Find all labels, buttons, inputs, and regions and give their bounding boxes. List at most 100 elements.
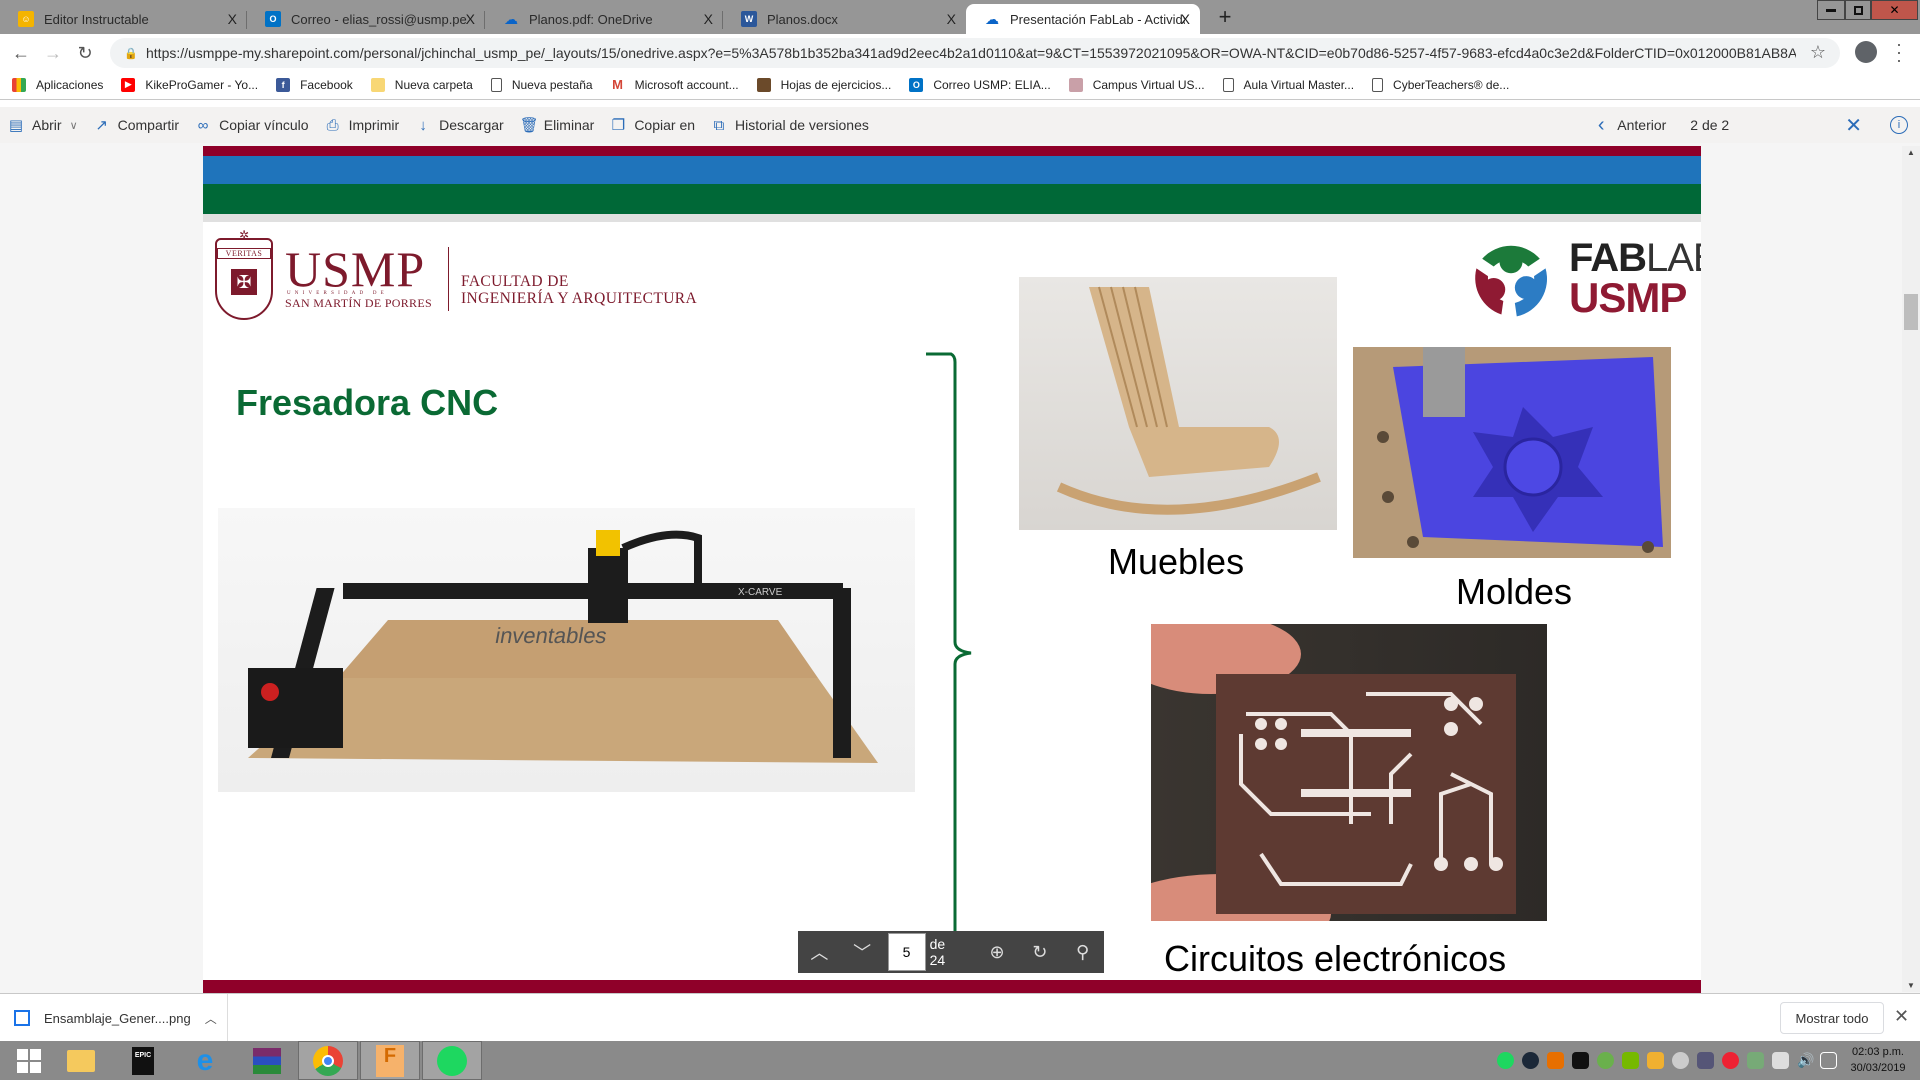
chevron-up-icon[interactable]: ︿: [205, 1010, 217, 1027]
back-button[interactable]: ←: [10, 42, 32, 64]
shield-motto: VERITAS: [217, 248, 271, 259]
start-button[interactable]: [0, 1041, 58, 1080]
usmp-crest-icon: [1068, 77, 1083, 92]
scroll-down-arrow-icon[interactable]: ▼: [1907, 981, 1915, 990]
forward-button[interactable]: →: [42, 42, 64, 64]
tab-correo[interactable]: O Correo - elias_rossi@usmp.pe X: [247, 4, 485, 34]
bookmark-microsoft-account[interactable]: M Microsoft account...: [611, 77, 738, 92]
bookmark-correo-usmp[interactable]: O Correo USMP: ELIA...: [909, 77, 1051, 92]
maroon-band: [203, 146, 1701, 156]
restore-button[interactable]: [1845, 0, 1871, 20]
blocked-tray-icon[interactable]: [1722, 1052, 1739, 1069]
usmp-shield-icon: ✲ VERITAS ✠: [215, 228, 273, 320]
bookmark-kikeprogamer[interactable]: ▶ KikeProGamer - Yo...: [121, 77, 258, 92]
close-downloads-icon[interactable]: ✕: [1894, 1006, 1909, 1027]
winrar-button[interactable]: [238, 1041, 296, 1080]
tab-label: Presentación FabLab - Actividade: [1010, 11, 1185, 27]
bookmark-campus-virtual[interactable]: Campus Virtual US...: [1068, 77, 1205, 92]
outlook-icon: O: [265, 11, 281, 27]
chrome-menu-icon[interactable]: · · ·: [1895, 35, 1903, 69]
epic-games-button[interactable]: EPIC: [114, 1041, 172, 1080]
bookmark-star-icon[interactable]: ☆: [1810, 42, 1826, 63]
historial-versiones-button[interactable]: ⧉ Historial de versiones: [711, 117, 869, 134]
close-window-button[interactable]: ✕: [1871, 0, 1918, 20]
tab-editor-instructable[interactable]: ☺ Editor Instructable X: [0, 4, 247, 34]
bookmark-cyberteachers[interactable]: CyberTeachers® de...: [1372, 77, 1509, 92]
close-tab-icon[interactable]: X: [704, 11, 713, 27]
minimize-button[interactable]: [1817, 0, 1845, 20]
network-icon[interactable]: [1820, 1052, 1837, 1069]
tab-presentacion-fablab[interactable]: ☁ Presentación FabLab - Actividade X: [966, 4, 1200, 34]
steam-tray-icon[interactable]: [1522, 1052, 1539, 1069]
next-page-button[interactable]: ﹀: [841, 939, 884, 965]
scrollbar-thumb[interactable]: [1904, 294, 1918, 330]
scroll-up-arrow-icon[interactable]: ▲: [1907, 148, 1915, 157]
bookmark-label: Campus Virtual US...: [1092, 77, 1205, 92]
info-icon[interactable]: i: [1890, 116, 1908, 134]
norton-tray-icon[interactable]: [1647, 1052, 1664, 1069]
bookmark-hojas-ejercicios[interactable]: Hojas de ejercicios...: [756, 77, 891, 92]
position-indicator: 2 de 2: [1690, 117, 1730, 133]
page-icon: [1222, 77, 1234, 92]
bookmark-label: Facebook: [300, 77, 353, 92]
bookmark-aplicaciones[interactable]: Aplicaciones: [12, 77, 104, 92]
reload-button[interactable]: ↻: [74, 42, 96, 64]
epic-tray-icon[interactable]: [1572, 1052, 1589, 1069]
close-tab-icon[interactable]: X: [466, 11, 475, 27]
show-all-button[interactable]: Mostrar todo: [1780, 1002, 1884, 1034]
download-item[interactable]: Ensamblaje_Gener....png ︿: [14, 994, 228, 1042]
copiar-vinculo-button[interactable]: ∞ Copiar vínculo: [195, 117, 309, 134]
bookmark-nueva-carpeta[interactable]: Nueva carpeta: [370, 77, 473, 92]
utorrent-tray-icon[interactable]: [1597, 1052, 1614, 1069]
tab-strip: ☺ Editor Instructable X O Correo - elias…: [0, 0, 1920, 34]
tab-planos-pdf[interactable]: ☁ Planos.pdf: OneDrive X: [485, 4, 723, 34]
page-number-input[interactable]: [887, 933, 926, 971]
spotify-tray-icon[interactable]: [1497, 1052, 1514, 1069]
previous-page-button[interactable]: ︿: [798, 939, 841, 965]
system-clock[interactable]: 02:03 p.m. 30/03/2019: [1840, 1044, 1916, 1076]
page-icon: [1372, 77, 1384, 92]
bookmark-aula-virtual[interactable]: Aula Virtual Master...: [1222, 77, 1354, 92]
close-viewer-icon[interactable]: ✕: [1845, 113, 1862, 138]
anterior-button[interactable]: ‹ Anterior: [1593, 114, 1666, 137]
close-tab-icon[interactable]: X: [228, 11, 237, 27]
abrir-button[interactable]: ▤ Abrir ∨: [8, 116, 78, 134]
imprimir-button[interactable]: ⎙ Imprimir: [325, 117, 400, 134]
blue-band: [203, 156, 1701, 184]
chrome-button[interactable]: [298, 1041, 358, 1080]
cmd-label: Abrir: [32, 117, 62, 133]
grey-band: [203, 214, 1701, 222]
cmd-label: Copiar en: [634, 117, 696, 133]
caption-circuitos: Circuitos electrónicos: [1164, 938, 1507, 979]
close-tab-icon[interactable]: X: [1181, 11, 1190, 27]
fusion-360-button[interactable]: F: [360, 1041, 420, 1080]
file-explorer-button[interactable]: [52, 1041, 110, 1080]
internet-explorer-button[interactable]: e: [176, 1041, 234, 1080]
usb-tray-icon[interactable]: [1747, 1052, 1764, 1069]
bookmark-facebook[interactable]: f Facebook: [276, 77, 353, 92]
compartir-button[interactable]: ↗ Compartir: [94, 116, 179, 134]
bookmark-nueva-pestana[interactable]: Nueva pestaña: [490, 77, 593, 92]
network-user-tray-icon[interactable]: [1697, 1052, 1714, 1069]
action-center-flag-icon[interactable]: [1772, 1052, 1789, 1069]
volume-icon[interactable]: 🔊: [1797, 1052, 1814, 1069]
rotate-icon[interactable]: ↻: [1018, 942, 1061, 963]
tab-planos-docx[interactable]: W Planos.docx X: [723, 4, 966, 34]
omnibox[interactable]: 🔒 https://usmppe-my.sharepoint.com/perso…: [110, 38, 1840, 68]
nvidia-tray-icon[interactable]: [1622, 1052, 1639, 1069]
account-avatar-icon[interactable]: [1855, 41, 1877, 63]
java-tray-icon[interactable]: [1547, 1052, 1564, 1069]
bookmark-label: Aplicaciones: [36, 77, 104, 92]
zoom-in-icon[interactable]: ⊕: [976, 942, 1019, 963]
eliminar-button[interactable]: 🗑 Eliminar: [520, 116, 595, 134]
vertical-scrollbar[interactable]: ▲ ▼: [1902, 146, 1920, 992]
facebook-icon: f: [276, 77, 291, 92]
close-tab-icon[interactable]: X: [947, 11, 956, 27]
url-text[interactable]: https://usmppe-my.sharepoint.com/persona…: [146, 45, 1796, 61]
app-tray-icon[interactable]: [1672, 1052, 1689, 1069]
new-tab-button[interactable]: +: [1212, 4, 1238, 30]
descargar-button[interactable]: ↓ Descargar: [415, 117, 503, 134]
spotify-button[interactable]: [422, 1041, 482, 1080]
search-icon[interactable]: ⚲: [1061, 942, 1104, 963]
copiar-en-button[interactable]: ❐ Copiar en: [610, 116, 695, 134]
